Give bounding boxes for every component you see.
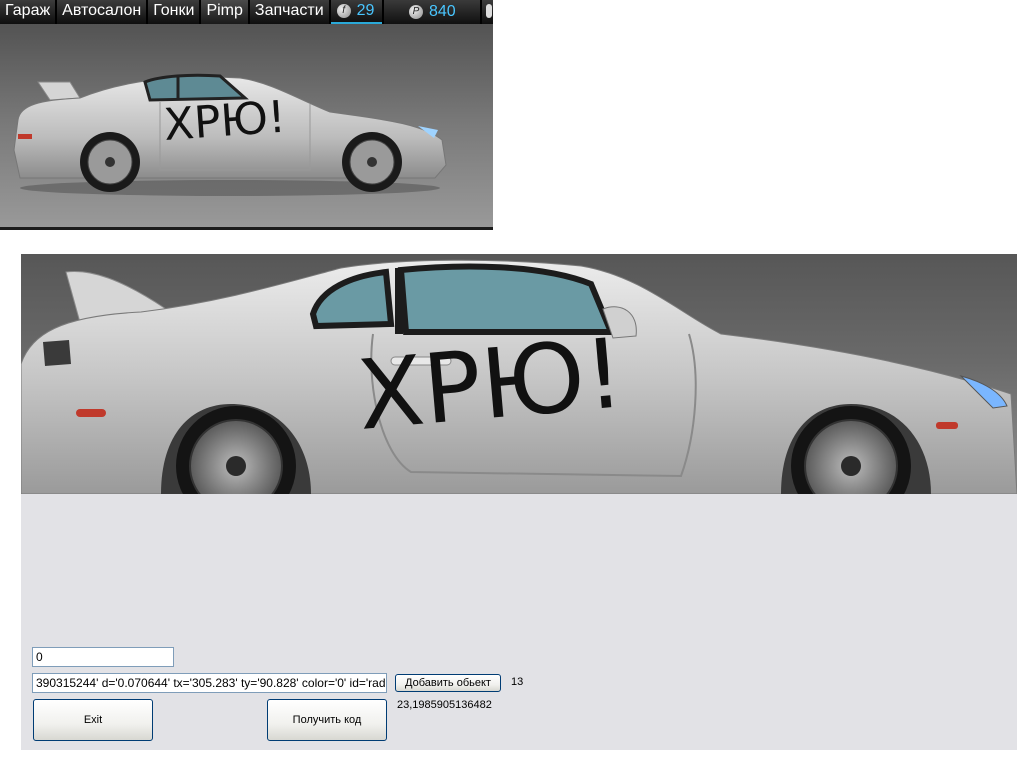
exit-button[interactable]: Exit [33,699,153,741]
xml-input[interactable]: 390315244' d='0.070644' tx='305.283' ty=… [32,673,387,693]
add-object-button[interactable]: Добавить обьект [395,674,501,692]
car-graffiti-large: ХРЮ! [353,317,628,452]
menu-item-dealership[interactable]: Автосалон [57,0,147,24]
currency-f-balance: f 29 [330,0,383,24]
main-menu: Гараж Автосалон Гонки Pimp Запчасти f 29… [0,0,493,24]
coordinates-readout: 23,1985905136482 [397,699,492,711]
editor-form: 0 390315244' d='0.070644' tx='305.283' t… [21,494,1017,750]
number-input[interactable]: 0 [32,647,174,667]
game-window: Гараж Автосалон Гонки Pimp Запчасти f 29… [0,0,493,230]
car-image-large: ХРЮ! [21,259,1017,494]
car-graffiti-small: ХРЮ! [162,92,287,151]
p-coin-icon: P [408,5,423,19]
currency-p-balance: P 840 [384,0,481,24]
get-code-button[interactable]: Получить код [267,699,387,741]
menu-item-garage[interactable]: Гараж [0,0,56,24]
car-image-small: ХРЮ! [13,73,447,196]
menu-scroll-icon[interactable] [482,0,493,24]
currency-f-value: 29 [356,2,375,19]
menu-item-parts[interactable]: Запчасти [249,0,329,24]
car-preview-panel: ХРЮ! [21,254,1017,494]
currency-p-value: 840 [428,3,456,20]
menu-item-pimp[interactable]: Pimp [201,0,248,24]
game-bottom-border [0,227,493,230]
object-count: 13 [511,676,524,688]
menu-item-races[interactable]: Гонки [148,0,200,24]
f-coin-icon: f [336,4,351,18]
